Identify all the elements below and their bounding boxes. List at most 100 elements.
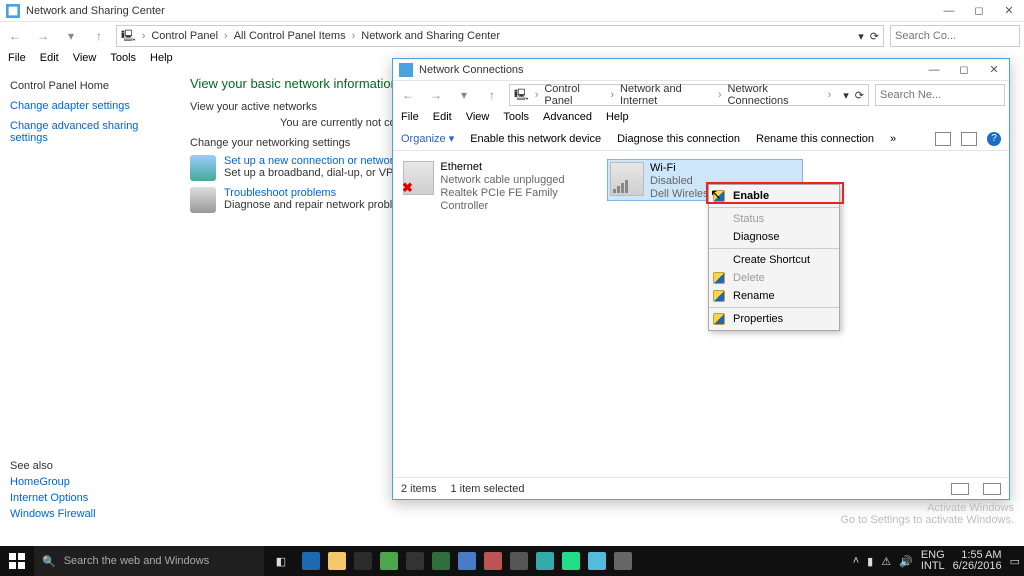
up-button[interactable]: ↑ [88, 25, 110, 47]
ctx-rename[interactable]: Rename [709, 287, 839, 305]
ctx-enable[interactable]: Enable [709, 187, 839, 205]
menu-file[interactable]: File [8, 52, 26, 64]
breadcrumb-item[interactable]: Control Panel [151, 30, 218, 42]
diagnose-button[interactable]: Diagnose this connection [617, 133, 740, 145]
breadcrumb-dropdown[interactable]: ▾ [843, 89, 849, 102]
seealso-firewall[interactable]: Windows Firewall [10, 508, 96, 520]
up-button[interactable]: ↑ [481, 84, 503, 106]
window-network-connections: Network Connections — ◻ ✕ ← → ▾ ↑ 🖳› Con… [392, 58, 1010, 500]
see-also-heading: See also [10, 460, 96, 472]
tray-action-center-icon[interactable]: ▭ [1010, 555, 1020, 568]
breadcrumb-icon: 🖳 [121, 27, 136, 46]
taskbar-app[interactable] [402, 546, 428, 576]
search-input[interactable] [875, 84, 1005, 106]
tray-chevron-up-icon[interactable]: ˄ [853, 555, 859, 567]
activate-windows-watermark: Activate Windows Go to Settings to activ… [840, 502, 1014, 526]
system-tray[interactable]: ˄ ▮ ⚠ 🔊 ENGINTL 1:55 AM6/26/2016 ▭ [849, 550, 1024, 572]
ctx-create-shortcut[interactable]: Create Shortcut [709, 251, 839, 269]
tray-language[interactable]: ENGINTL [921, 550, 945, 572]
menu-edit[interactable]: Edit [40, 52, 59, 64]
navigation-row: ← → ▾ ↑ 🖳› Control Panel› All Control Pa… [0, 22, 1024, 50]
taskbar-app[interactable] [610, 546, 636, 576]
breadcrumb-dropdown[interactable]: ▾ [858, 30, 864, 43]
window-title: Network and Sharing Center [26, 5, 165, 17]
organize-button[interactable]: Organize ▾ [401, 132, 454, 145]
error-x-icon: ✖ [402, 180, 413, 196]
breadcrumb-item[interactable]: Control Panel [544, 83, 604, 107]
enable-device-button[interactable]: Enable this network device [470, 133, 601, 145]
menu-view[interactable]: View [466, 111, 490, 123]
menu-advanced[interactable]: Advanced [543, 111, 592, 123]
breadcrumb[interactable]: 🖳› Control Panel› Network and Internet› … [509, 84, 869, 106]
maximize-button[interactable]: ◻ [949, 59, 979, 81]
breadcrumb-item[interactable]: Network Connections [728, 83, 822, 107]
close-button[interactable]: ✕ [979, 59, 1009, 81]
search-input[interactable] [890, 25, 1020, 47]
taskbar-app[interactable] [454, 546, 480, 576]
back-button[interactable]: ← [397, 84, 419, 106]
back-button[interactable]: ← [4, 25, 26, 47]
large-icons-view-button[interactable] [983, 483, 1001, 495]
taskbar-app[interactable] [480, 546, 506, 576]
taskbar-search[interactable]: 🔍 Search the web and Windows [34, 546, 264, 576]
titlebar-back[interactable]: Network and Sharing Center — ◻ ✕ [0, 0, 1024, 22]
titlebar-front[interactable]: Network Connections — ◻ ✕ [393, 59, 1009, 81]
selected-count: 1 item selected [450, 483, 524, 495]
tray-battery-icon[interactable]: ▮ [867, 555, 873, 568]
menubar: File Edit View Tools Advanced Help [393, 109, 1009, 127]
minimize-button[interactable]: — [919, 59, 949, 81]
refresh-button[interactable]: ⟳ [855, 89, 864, 102]
task-view-button[interactable]: ◧ [264, 555, 298, 568]
menu-edit[interactable]: Edit [433, 111, 452, 123]
seealso-homegroup[interactable]: HomeGroup [10, 476, 96, 488]
tray-network-icon[interactable]: ⚠ [881, 555, 891, 568]
maximize-button[interactable]: ◻ [964, 0, 994, 22]
taskbar-app[interactable] [532, 546, 558, 576]
watermark-title: Activate Windows [840, 502, 1014, 514]
taskbar-app[interactable] [506, 546, 532, 576]
forward-button[interactable]: → [32, 25, 54, 47]
forward-button[interactable]: → [425, 84, 447, 106]
change-adapter-link[interactable]: Change adapter settings [10, 100, 170, 112]
taskbar-app[interactable] [376, 546, 402, 576]
taskbar-app[interactable] [428, 546, 454, 576]
connections-area[interactable]: ✖ Ethernet Network cable unplugged Realt… [393, 151, 1009, 477]
help-button[interactable]: ? [987, 132, 1001, 146]
taskbar-app[interactable] [584, 546, 610, 576]
menu-view[interactable]: View [73, 52, 97, 64]
refresh-button[interactable]: ⟳ [870, 30, 879, 43]
seealso-internet-options[interactable]: Internet Options [10, 492, 96, 504]
ctx-properties[interactable]: Properties [709, 310, 839, 328]
tray-volume-icon[interactable]: 🔊 [899, 555, 913, 568]
menu-tools[interactable]: Tools [503, 111, 529, 123]
tray-clock[interactable]: 1:55 AM6/26/2016 [953, 550, 1002, 572]
toolbar-overflow[interactable]: » [890, 133, 896, 145]
breadcrumb-item[interactable]: Network and Sharing Center [361, 30, 500, 42]
recent-button[interactable]: ▾ [453, 84, 475, 106]
menu-help[interactable]: Help [606, 111, 629, 123]
menu-tools[interactable]: Tools [110, 52, 136, 64]
connection-name: Ethernet [440, 161, 595, 174]
preview-pane-button[interactable] [961, 132, 977, 146]
menu-help[interactable]: Help [150, 52, 173, 64]
start-button[interactable] [0, 546, 34, 576]
ctx-diagnose[interactable]: Diagnose [709, 228, 839, 246]
view-options-button[interactable] [935, 132, 951, 146]
menu-file[interactable]: File [401, 111, 419, 123]
context-menu: Enable Status Diagnose Create Shortcut D… [708, 184, 840, 331]
close-button[interactable]: ✕ [994, 0, 1024, 22]
minimize-button[interactable]: — [934, 0, 964, 22]
taskbar-store[interactable] [350, 546, 376, 576]
control-panel-home-link[interactable]: Control Panel Home [10, 80, 170, 92]
rename-button[interactable]: Rename this connection [756, 133, 874, 145]
connection-ethernet[interactable]: ✖ Ethernet Network cable unplugged Realt… [401, 159, 597, 201]
breadcrumb[interactable]: 🖳› Control Panel› All Control Panel Item… [116, 25, 884, 47]
details-view-button[interactable] [951, 483, 969, 495]
breadcrumb-item[interactable]: Network and Internet [620, 83, 712, 107]
taskbar-app[interactable] [558, 546, 584, 576]
taskbar-edge[interactable] [298, 546, 324, 576]
taskbar-explorer[interactable] [324, 546, 350, 576]
recent-button[interactable]: ▾ [60, 25, 82, 47]
breadcrumb-item[interactable]: All Control Panel Items [234, 30, 346, 42]
change-sharing-link[interactable]: Change advanced sharing settings [10, 120, 170, 144]
